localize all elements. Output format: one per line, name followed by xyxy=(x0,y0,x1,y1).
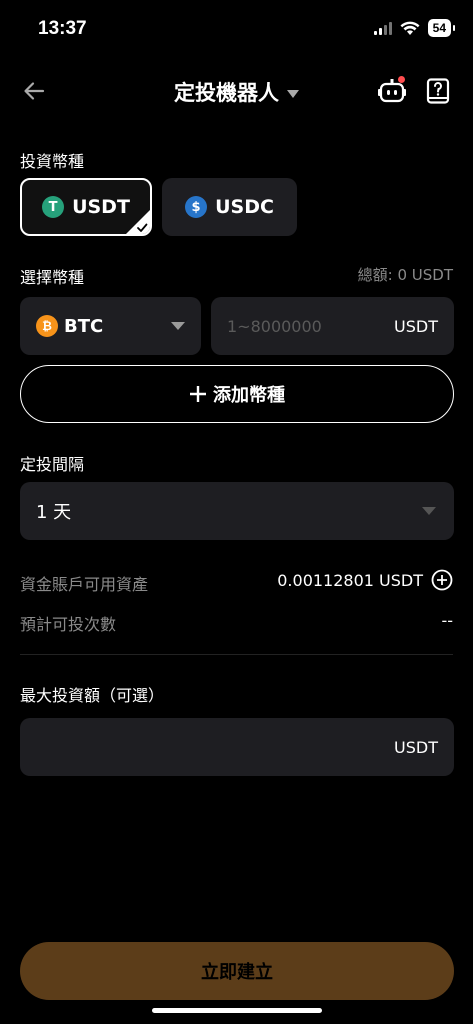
add-currency-button[interactable]: 添加幣種 xyxy=(20,365,454,423)
invest-currency-label: 投資幣種 xyxy=(20,152,85,171)
page-title: 定投機器人 xyxy=(174,81,279,105)
guide-book-icon[interactable] xyxy=(426,78,450,104)
add-circle-icon[interactable] xyxy=(431,569,453,591)
battery-icon: 54 xyxy=(427,19,456,37)
coin-select[interactable]: ₿ BTC xyxy=(20,297,201,355)
max-invest-unit: USDT xyxy=(394,737,438,757)
token-tab-usdc[interactable]: $ USDC xyxy=(162,178,297,236)
status-time: 13:37 xyxy=(38,18,87,39)
notification-dot xyxy=(398,76,405,83)
max-invest-label: 最大投資額（可選） xyxy=(20,686,165,705)
home-indicator xyxy=(152,1008,322,1013)
expected-count-label: 預計可投次數 xyxy=(20,615,117,634)
coin-select-value: BTC xyxy=(64,315,104,337)
divider xyxy=(20,654,453,655)
amount-unit: USDT xyxy=(394,316,438,336)
usdc-icon: $ xyxy=(185,196,208,218)
wifi-icon xyxy=(400,21,420,35)
create-button-label: 立即建立 xyxy=(201,962,273,983)
available-assets-label: 資金賬戶可用資產 xyxy=(20,575,149,594)
max-invest-input[interactable]: USDT xyxy=(20,718,454,776)
signal-icon xyxy=(373,21,392,35)
interval-value: 1 天 xyxy=(36,502,72,523)
amount-input[interactable]: 1~8000000 USDT xyxy=(211,297,454,355)
expected-count-value: -- xyxy=(441,611,453,630)
select-currency-label: 選擇幣種 xyxy=(20,268,85,287)
token-tab-label: USDC xyxy=(215,196,274,218)
chevron-down-icon xyxy=(171,322,185,330)
check-icon xyxy=(126,210,150,234)
available-assets-value: 0.00112801 USDT xyxy=(277,570,423,590)
status-icons: 54 xyxy=(373,19,456,37)
chevron-down-icon xyxy=(287,90,299,98)
add-currency-label: 添加幣種 xyxy=(213,385,285,406)
available-assets: 0.00112801 USDT xyxy=(277,569,453,591)
total-amount: 總額: 0 USDT xyxy=(357,266,453,284)
token-tab-usdt[interactable]: T USDT xyxy=(20,178,152,236)
interval-select[interactable]: 1 天 xyxy=(20,482,454,540)
chevron-down-icon xyxy=(422,507,436,515)
interval-label: 定投間隔 xyxy=(20,455,85,474)
tether-icon: T xyxy=(42,196,65,218)
create-button[interactable]: 立即建立 xyxy=(20,942,454,1000)
bitcoin-icon: ₿ xyxy=(36,315,58,337)
token-tab-label: USDT xyxy=(72,196,130,218)
amount-placeholder: 1~8000000 xyxy=(227,316,322,336)
plus-icon xyxy=(190,386,206,402)
